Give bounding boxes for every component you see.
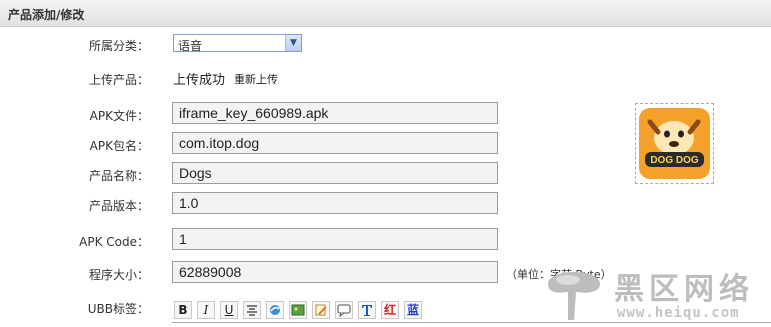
chevron-down-icon[interactable]: ▼ [285,35,301,51]
quote-icon[interactable] [335,301,353,319]
upload-label: 上传产品： [88,73,149,87]
ubb-label: UBB标签： [87,302,149,316]
bold-button[interactable]: B [174,301,192,319]
apk-code-field[interactable] [172,228,498,250]
apk-file-field[interactable] [172,102,498,124]
apk-package-field[interactable] [172,132,498,154]
reupload-link[interactable]: 重新上传 [234,71,278,87]
app-icon-thumbnail: DOG DOG [635,103,714,184]
product-version-field[interactable] [172,192,498,214]
site-watermark: 黑区网络 www.heiqu.com [538,262,771,326]
apk-code-label: APK Code： [79,235,149,249]
thumbnail-logo-text: DOG DOG [650,155,699,166]
underline-button[interactable]: U [220,301,238,319]
panel-header: 产品添加/修改 [0,0,771,27]
panel-title: 产品添加/修改 [8,8,85,22]
red-color-button[interactable]: 红 [381,301,399,319]
edit-icon[interactable] [312,301,330,319]
image-icon[interactable] [289,301,307,319]
apk-file-label: APK文件： [89,109,149,123]
category-label: 所属分类： [88,39,149,53]
link-icon[interactable] [266,301,284,319]
italic-button[interactable]: I [197,301,215,319]
product-name-field[interactable] [172,162,498,184]
product-name-label: 产品名称： [88,169,149,183]
align-center-icon[interactable] [243,301,261,319]
product-version-label: 产品版本： [88,199,149,213]
apk-package-label: APK包名： [89,139,149,153]
category-select[interactable]: 语音 ▼ [173,34,302,53]
program-size-field[interactable] [172,261,498,283]
watermark-url: www.heiqu.com [617,305,740,321]
category-value: 语音 [178,39,203,53]
font-icon[interactable] [358,301,376,319]
program-size-label: 程序大小： [88,268,149,282]
blue-color-button[interactable]: 蓝 [404,301,422,319]
upload-status: 上传成功 [173,73,226,88]
watermark-text: 黑区网络 [614,272,754,307]
